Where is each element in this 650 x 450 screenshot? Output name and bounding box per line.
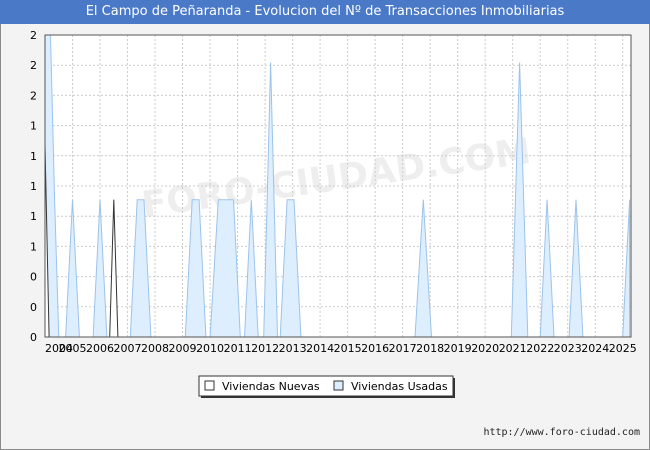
x-tick-label: 2011 [224,342,252,355]
x-tick-label: 2010 [196,342,224,355]
y-tick-label: 2 [30,89,37,102]
x-tick-label: 2005 [59,342,87,355]
x-tick-label: 2021 [499,342,527,355]
x-tick-label: 2022 [526,342,554,355]
y-tick-label: 0 [30,331,37,344]
y-tick-label: 1 [30,150,37,163]
x-tick-label: 2014 [306,342,334,355]
y-tick-label: 2 [30,29,37,42]
x-tick-label: 2025 [609,342,637,355]
x-axis-ticks: 20042005 2006 2007 2008 2009 2010 2011 2012 2013… [45,342,637,355]
x-tick-label: 2012 [251,342,279,355]
y-tick-label: 1 [30,180,37,193]
y-tick-label: 2 [30,59,37,72]
x-tick-label: 2015 [334,342,362,355]
y-axis-ticks: 0 0 0 1 1 1 1 1 2 2 2 [30,29,37,344]
y-tick-label: 1 [30,120,37,133]
x-tick-label: 2013 [279,342,307,355]
x-tick-label: 2018 [416,342,444,355]
legend-label-nuevas: Viviendas Nuevas [222,380,320,393]
x-tick-label: 2023 [554,342,582,355]
legend-swatch-nuevas [204,380,215,391]
x-tick-label: 2016 [361,342,389,355]
x-tick-label: 2008 [141,342,169,355]
x-tick-label: 2006 [86,342,114,355]
x-tick-label: 2017 [389,342,417,355]
y-tick-label: 0 [30,271,37,284]
legend-label-usadas: Viviendas Usadas [351,380,448,393]
x-tick-label: 2009 [169,342,197,355]
legend: Viviendas Nuevas Viviendas Usadas [198,375,455,398]
chart-canvas: FORO-CIUDAD.COM 00011111222 20042005 2006… [30,29,637,398]
x-tick-label: 2007 [114,342,142,355]
x-tick-label: 2024 [581,342,609,355]
x-tick-label: 2019 [444,342,472,355]
legend-swatch-usadas [333,380,344,391]
x-tick-label: 2020 [471,342,499,355]
y-tick-label: 1 [30,240,37,253]
source-url: http://www.foro-ciudad.com [483,427,640,438]
y-tick-label: 0 [30,301,37,314]
y-tick-label: 1 [30,210,37,223]
